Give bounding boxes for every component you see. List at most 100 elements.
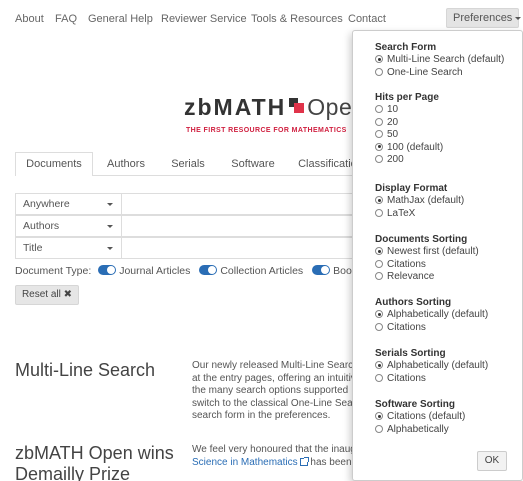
radio-icon[interactable]: [375, 208, 383, 217]
pref-option[interactable]: Alphabetically (default): [375, 360, 488, 373]
field-select[interactable]: Anywhere: [16, 194, 122, 214]
nav-link-tools-resources[interactable]: Tools & Resources: [251, 13, 343, 25]
news-text-line: search form in the preferences.: [192, 410, 331, 421]
toggle-label: Collection Articles: [220, 265, 304, 277]
news-title: zbMATH Open wins Demailly Prize: [15, 443, 190, 481]
radio-icon[interactable]: [375, 272, 383, 280]
tab-serials[interactable]: Serials: [158, 152, 218, 176]
nav-link-faq[interactable]: FAQ: [55, 13, 77, 25]
radio-icon[interactable]: [375, 117, 383, 126]
news-text-line: We feel very honoured that the inaugural: [192, 444, 352, 455]
pref-heading: Software Sorting: [375, 399, 456, 410]
radio-selected-icon[interactable]: [375, 412, 383, 420]
pref-option[interactable]: Alphabetically (default): [375, 309, 488, 322]
pref-option-label: 200: [387, 154, 404, 165]
news-text-line: Our newly released Multi-Line Search: [192, 360, 352, 371]
search-input[interactable]: [123, 216, 354, 236]
nav-link-contact[interactable]: Contact: [348, 13, 386, 25]
field-select[interactable]: Title: [16, 238, 122, 258]
pref-heading: Display Format: [375, 183, 448, 194]
pref-option[interactable]: Citations (default): [375, 411, 465, 424]
pref-section-serials-sorting: Serials Sorting Alphabetically (default)…: [375, 347, 488, 385]
search-row: Anywhere: [15, 193, 355, 215]
search-row: Title: [15, 237, 355, 259]
news-link[interactable]: Science in Mathematics: [192, 457, 298, 468]
document-type-label: Document Type:: [15, 265, 92, 277]
logo-text-zbmath: zbMATH: [184, 94, 287, 120]
caret-down-icon: [107, 247, 113, 250]
pref-option[interactable]: Citations: [375, 322, 488, 335]
radio-selected-icon[interactable]: [375, 55, 383, 63]
news-text: Our newly released Multi-Line Search at …: [192, 360, 352, 423]
pref-option[interactable]: Relevance: [375, 271, 479, 284]
pref-option[interactable]: 100 (default): [375, 142, 443, 155]
news-title: Multi-Line Search: [15, 360, 190, 381]
field-select-label: Authors: [23, 220, 60, 232]
tab-documents[interactable]: Documents: [15, 152, 93, 176]
pref-option-label: 20: [387, 116, 399, 128]
toggle-journal-articles[interactable]: [98, 265, 117, 275]
radio-icon[interactable]: [375, 67, 383, 76]
pref-option-label: Alphabetically (default): [387, 309, 489, 320]
pref-heading: Search Form: [375, 42, 437, 53]
radio-icon[interactable]: [375, 105, 383, 113]
pref-option[interactable]: 20: [375, 117, 443, 130]
radio-icon[interactable]: [375, 130, 383, 138]
pref-option[interactable]: Multi-Line Search (default): [375, 54, 504, 67]
pref-option-label: Relevance: [387, 271, 435, 282]
preferences-dropdown: Search Form Multi-Line Search (default) …: [352, 30, 523, 481]
news-title-line: Demailly Prize: [15, 464, 131, 481]
radio-selected-icon[interactable]: [375, 196, 383, 204]
pref-option[interactable]: Newest first (default): [375, 246, 479, 259]
radio-selected-icon[interactable]: [375, 310, 383, 318]
pref-section-documents-sorting: Documents Sorting Newest first (default)…: [375, 233, 479, 284]
pref-option[interactable]: LaTeX: [375, 208, 464, 221]
pref-heading: Hits per Page: [375, 92, 439, 103]
pref-option-label: 10: [387, 104, 399, 115]
pref-option[interactable]: One-Line Search: [375, 67, 504, 80]
field-select-label: Anywhere: [23, 198, 70, 210]
reset-all-button[interactable]: Reset all ✖: [15, 285, 79, 305]
pref-option-label: Alphabetically: [387, 423, 449, 435]
field-select-label: Title: [23, 242, 43, 254]
pref-option-label: MathJax (default): [387, 195, 465, 206]
radio-icon[interactable]: [375, 155, 383, 163]
pref-heading: Authors Sorting: [375, 297, 452, 308]
news-text: We feel very honoured that the inaugural…: [192, 444, 352, 469]
pref-option[interactable]: Alphabetically: [375, 424, 465, 437]
pref-option[interactable]: Citations: [375, 373, 488, 386]
preferences-label: Preferences: [453, 12, 513, 24]
pref-heading: Documents Sorting: [375, 234, 468, 245]
pref-option[interactable]: MathJax (default): [375, 195, 464, 208]
radio-icon[interactable]: [375, 259, 383, 268]
pref-section-authors-sorting: Authors Sorting Alphabetically (default)…: [375, 296, 488, 334]
site-logo[interactable]: zbMATH Open THE FIRST RESOURCE FOR MATHEM…: [184, 94, 366, 134]
tab-authors[interactable]: Authors: [95, 152, 157, 176]
nav-link-reviewer-service[interactable]: Reviewer Service: [161, 13, 247, 25]
field-select[interactable]: Authors: [16, 216, 122, 236]
radio-selected-icon[interactable]: [375, 361, 383, 369]
tab-software[interactable]: Software: [219, 152, 287, 176]
radio-icon[interactable]: [375, 424, 383, 433]
search-input[interactable]: [123, 238, 354, 258]
ok-button[interactable]: OK: [477, 451, 507, 471]
pref-option[interactable]: 200: [375, 154, 443, 167]
radio-selected-icon[interactable]: [375, 142, 383, 151]
toggle-collection-articles[interactable]: [199, 265, 218, 275]
pref-option[interactable]: 10: [375, 104, 443, 117]
pref-option[interactable]: 50: [375, 129, 443, 142]
nav-link-about[interactable]: About: [15, 13, 44, 25]
radio-selected-icon[interactable]: [375, 247, 383, 255]
pref-option-label: LaTeX: [387, 207, 416, 219]
preferences-button[interactable]: Preferences: [446, 8, 522, 28]
radio-icon[interactable]: [375, 373, 383, 382]
logo-mark-icon: [289, 98, 305, 113]
radio-icon[interactable]: [375, 322, 383, 331]
pref-option-label: 100 (default): [387, 141, 444, 153]
toggle-books[interactable]: [312, 265, 331, 275]
pref-option[interactable]: Citations: [375, 259, 479, 272]
nav-link-general-help[interactable]: General Help: [88, 13, 153, 25]
reset-all-label: Reset all: [21, 289, 61, 300]
caret-down-icon: [107, 225, 113, 228]
search-input[interactable]: [123, 194, 354, 214]
